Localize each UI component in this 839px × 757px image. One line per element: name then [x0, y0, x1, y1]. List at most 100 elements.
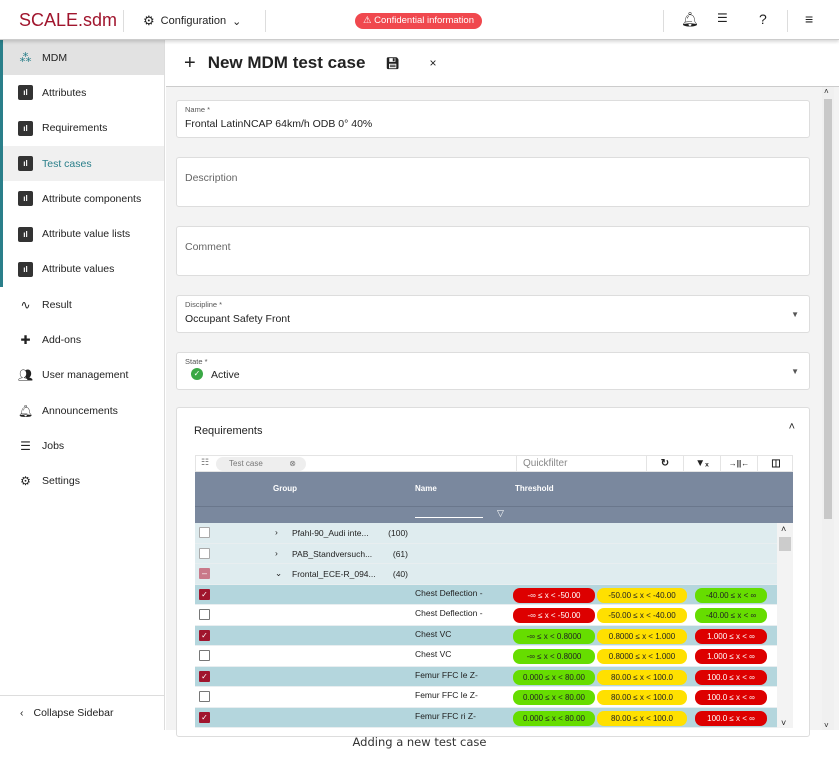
sidebar-item-attributes[interactable]: ıl Attributes — [0, 75, 164, 111]
threshold-pill-yellow: -50.00 ≤ x < -40.00 — [597, 608, 687, 623]
requirement-name: Chest Deflection - — [415, 587, 483, 598]
threshold-pill-green: -∞ ≤ x < 0.8000 — [513, 649, 595, 664]
clear-filter-icon[interactable]: ▼ₓ — [683, 456, 720, 471]
sidebar-item-add-ons[interactable]: ✚ Add-ons — [0, 322, 164, 357]
plus-icon: + — [184, 51, 196, 74]
sidebar-item-test-cases[interactable]: ıl Test cases — [0, 145, 164, 182]
app-logo[interactable]: SCALE.sdm — [19, 10, 117, 31]
sidebar-item-label: Result — [42, 298, 72, 311]
page-scrollbar[interactable]: ˄ ˅ — [822, 87, 834, 730]
collapse-label: Collapse Sidebar — [33, 707, 114, 719]
filter-icon[interactable]: ▽ — [497, 508, 504, 519]
group-name: PAB_Standversuch... — [292, 548, 373, 559]
row-checkbox[interactable]: – — [199, 568, 210, 579]
chevron-down-icon: ⌄ — [232, 15, 242, 28]
sidebar-item-settings[interactable]: ⚙ Settings — [0, 464, 164, 499]
row-checkbox[interactable] — [199, 650, 210, 661]
tasklist-icon[interactable]: ☰ — [717, 11, 728, 25]
table-row[interactable]: Femur FFC le Z- 0.000 ≤ x < 80.00 80.00 ≤ … — [195, 687, 793, 708]
threshold-pill-red: 100.0 ≤ x < ∞ — [695, 690, 767, 705]
tasklist-icon: ☰ — [20, 438, 31, 453]
dropdown-arrow-icon: ▼ — [791, 367, 799, 376]
sidebar-item-requirements[interactable]: ıl Requirements — [0, 110, 164, 146]
sidebar-item-mdm[interactable]: ⁂ MDM — [0, 40, 164, 76]
sidebar-item-label: Attributes — [42, 86, 87, 99]
group-row[interactable]: › PAB_Standversuch... (61) — [195, 543, 793, 564]
sidebar-item-announcements[interactable]: 🔔︎ Announcements — [0, 393, 164, 428]
row-checkbox[interactable]: ✓ — [199, 629, 210, 641]
group-chip[interactable]: Test case ⊗ — [216, 457, 306, 471]
threshold-pill-red: 1.000 ≤ x < ∞ — [695, 628, 767, 644]
row-checkbox[interactable] — [199, 527, 210, 538]
sidebar-item-result[interactable]: ∿ Result — [0, 287, 164, 322]
sidebar-item-attribute-value-lists[interactable]: ıl Attribute value lists — [0, 216, 164, 252]
column-header-name[interactable]: Name — [415, 484, 437, 493]
name-label: Name * — [185, 105, 211, 114]
grid-scrollbar[interactable]: ˄ ˅ — [777, 523, 793, 728]
group-row[interactable]: › Pfahl-90_Audi inte... (100) — [195, 523, 793, 544]
sidebar-item-label: Attribute values — [42, 263, 115, 276]
comment-placeholder: Comment — [185, 241, 231, 253]
row-checkbox[interactable] — [199, 609, 210, 620]
page-title: New MDM test case — [207, 53, 366, 72]
remove-chip-icon[interactable]: ⊗ — [289, 457, 296, 471]
save-icon[interactable]: 💾︎ — [385, 57, 399, 70]
collapse-sidebar-button[interactable]: ‹ Collapse Sidebar — [0, 695, 165, 730]
row-checkbox[interactable]: ✓ — [199, 588, 210, 600]
sidebar-item-attribute-values[interactable]: ıl Attribute values — [0, 251, 164, 288]
threshold-pill-red: 1.000 ≤ x < ∞ — [695, 649, 767, 664]
close-icon[interactable]: × — [429, 56, 436, 70]
chevron-down-icon[interactable]: ⌄ — [275, 568, 282, 579]
sidebar-item-user-management[interactable]: 👥︎ User management — [0, 358, 164, 393]
table-row[interactable]: ✓ Chest VC -∞ ≤ x < 0.8000 0.8000 ≤ x < 1.… — [195, 625, 793, 646]
requirements-title: Requirements — [194, 425, 263, 437]
discipline-select[interactable]: Discipline * Occupant Safety Front ▼ — [176, 295, 810, 333]
table-row[interactable]: Chest Deflection - -∞ ≤ x < -50.00 -50.00 … — [195, 605, 793, 626]
chevron-right-icon[interactable]: › — [275, 548, 278, 558]
columns-icon[interactable]: ◫ — [757, 456, 794, 471]
bell-icon: 🔔︎ — [17, 403, 34, 418]
fit-columns-icon[interactable]: →||← — [720, 456, 757, 471]
group-count: (100) — [388, 528, 408, 538]
discipline-label: Discipline * — [185, 300, 223, 309]
row-checkbox[interactable]: ✓ — [199, 711, 210, 723]
table-row[interactable]: ✓ Femur FFC le Z- 0.000 ≤ x < 80.00 80.00 … — [195, 666, 793, 687]
chevron-up-icon[interactable]: ˄ — [789, 421, 795, 433]
menu-icon[interactable]: ≡ — [805, 11, 813, 27]
chevron-left-icon: ‹ — [20, 707, 24, 719]
sidebar: ⁂ MDM ıl Attributes ıl Requirements ıl Test cas… — [0, 40, 165, 730]
threshold-pill-green: -40.00 ≤ x < ∞ — [695, 587, 767, 603]
banner-text: Confidential information — [374, 15, 474, 26]
name-filter-input[interactable] — [415, 517, 483, 518]
row-checkbox[interactable]: ✓ — [199, 670, 210, 682]
help-icon[interactable]: ? — [759, 11, 767, 27]
sidebar-item-label: Announcements — [42, 404, 118, 417]
row-checkbox[interactable] — [199, 691, 210, 702]
sidebar-item-jobs[interactable]: ☰ Jobs — [0, 428, 164, 463]
main-content: + New MDM test case 💾︎ × Name * Frontal … — [166, 40, 839, 737]
refresh-icon[interactable]: ↻ — [646, 456, 683, 471]
table-row[interactable]: Chest VC -∞ ≤ x < 0.8000 0.8000 ≤ x < 1.00… — [195, 646, 793, 667]
table-row[interactable]: ✓ Femur FFC ri Z- 0.000 ≤ x < 80.00 80.00 … — [195, 707, 793, 728]
chevron-right-icon[interactable]: › — [275, 527, 278, 537]
bar-chart-icon: ıl — [18, 191, 33, 207]
bell-icon[interactable]: 🔔︎ — [681, 11, 699, 28]
group-row[interactable]: – ⌄ Frontal_ECE-R_094... (40) — [195, 564, 793, 585]
users-icon: 👥︎ — [17, 368, 34, 383]
description-field[interactable]: Description — [176, 157, 810, 207]
column-header-group[interactable]: Group — [273, 484, 297, 493]
threshold-pill-green: 0.000 ≤ x < 80.00 — [513, 690, 595, 705]
sidebar-item-attribute-components[interactable]: ıl Attribute components — [0, 181, 164, 217]
grid-toolbar: ☷ Test case ⊗ Quickfilter ↻ ▼ₓ →||← ◫ — [195, 455, 793, 472]
comment-field[interactable]: Comment — [176, 226, 810, 276]
quickfilter-input[interactable]: Quickfilter — [516, 456, 646, 471]
configuration-menu[interactable]: ⚙ Configuration ⌄ — [143, 13, 241, 29]
name-field[interactable]: Name * Frontal LatinNCAP 64km/h ODB 0° 4… — [176, 100, 810, 138]
column-header-threshold[interactable]: Threshold — [515, 484, 554, 493]
row-checkbox[interactable] — [199, 547, 210, 559]
threshold-pill-red: 100.0 ≤ x < ∞ — [695, 710, 767, 726]
threshold-pill-yellow: -50.00 ≤ x < -40.00 — [597, 587, 687, 603]
state-select[interactable]: State * ✓ Active ▼ — [176, 352, 810, 390]
threshold-pill-green: 0.000 ≤ x < 80.00 — [513, 669, 595, 685]
table-row[interactable]: ✓ Chest Deflection - -∞ ≤ x < -50.00 -50.0… — [195, 584, 793, 605]
